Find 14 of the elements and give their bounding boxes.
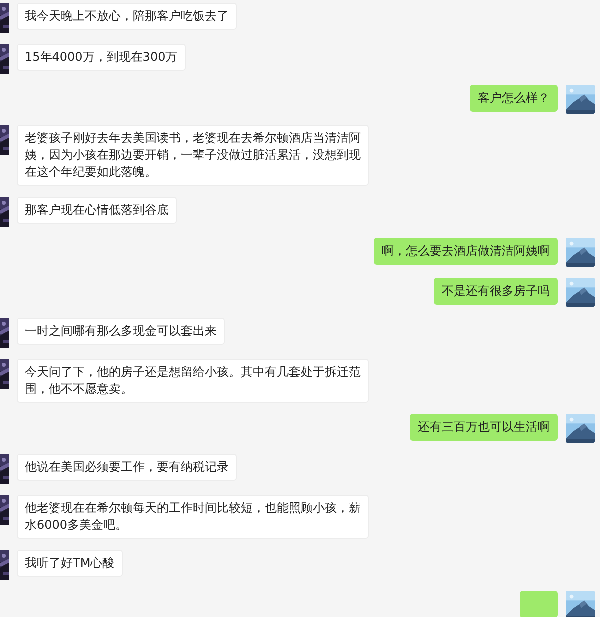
message-bubble: 老婆孩子刚好去年去美国读书，老婆现在去希尔顿酒店当清洁阿姨，因为小孩在那边要开销，一辈子没做过脏活累活，没想到现在这个年纪要如此落魄。 (17, 125, 369, 186)
message-bubble: 还有三百万也可以生活啊 (410, 414, 558, 441)
message-bubble: 今天问了下，他的房子还是想留给小孩。其中有几套处于拆迁范围，他不不愿意卖。 (17, 359, 369, 403)
message-bubble: 啊，怎么要去酒店做清洁阿姨啊 (374, 238, 558, 265)
message-bubble: 那客户现在心情低落到谷底 (17, 197, 177, 224)
message-bubble: 一时之间哪有那么多现金可以套出来 (17, 318, 225, 345)
message-bubble: 15年4000万，到现在300万 (17, 44, 186, 71)
message-bubble: 不是还有很多房子吗 (434, 278, 558, 305)
message-bubble: 他说在美国必须要工作，要有纳税记录 (17, 454, 237, 481)
message-bubble: 我听了好TM心酸 (17, 550, 123, 577)
message-bubble: 我今天晚上不放心，陪那客户吃饭去了 (17, 3, 237, 30)
message-bubble: 客户怎么样？ (470, 85, 558, 112)
message-bubble (520, 591, 558, 617)
message-bubble: 他老婆现在在希尔顿每天的工作时间比较短，也能照顾小孩，薪水6000多美金吧。 (17, 495, 369, 539)
